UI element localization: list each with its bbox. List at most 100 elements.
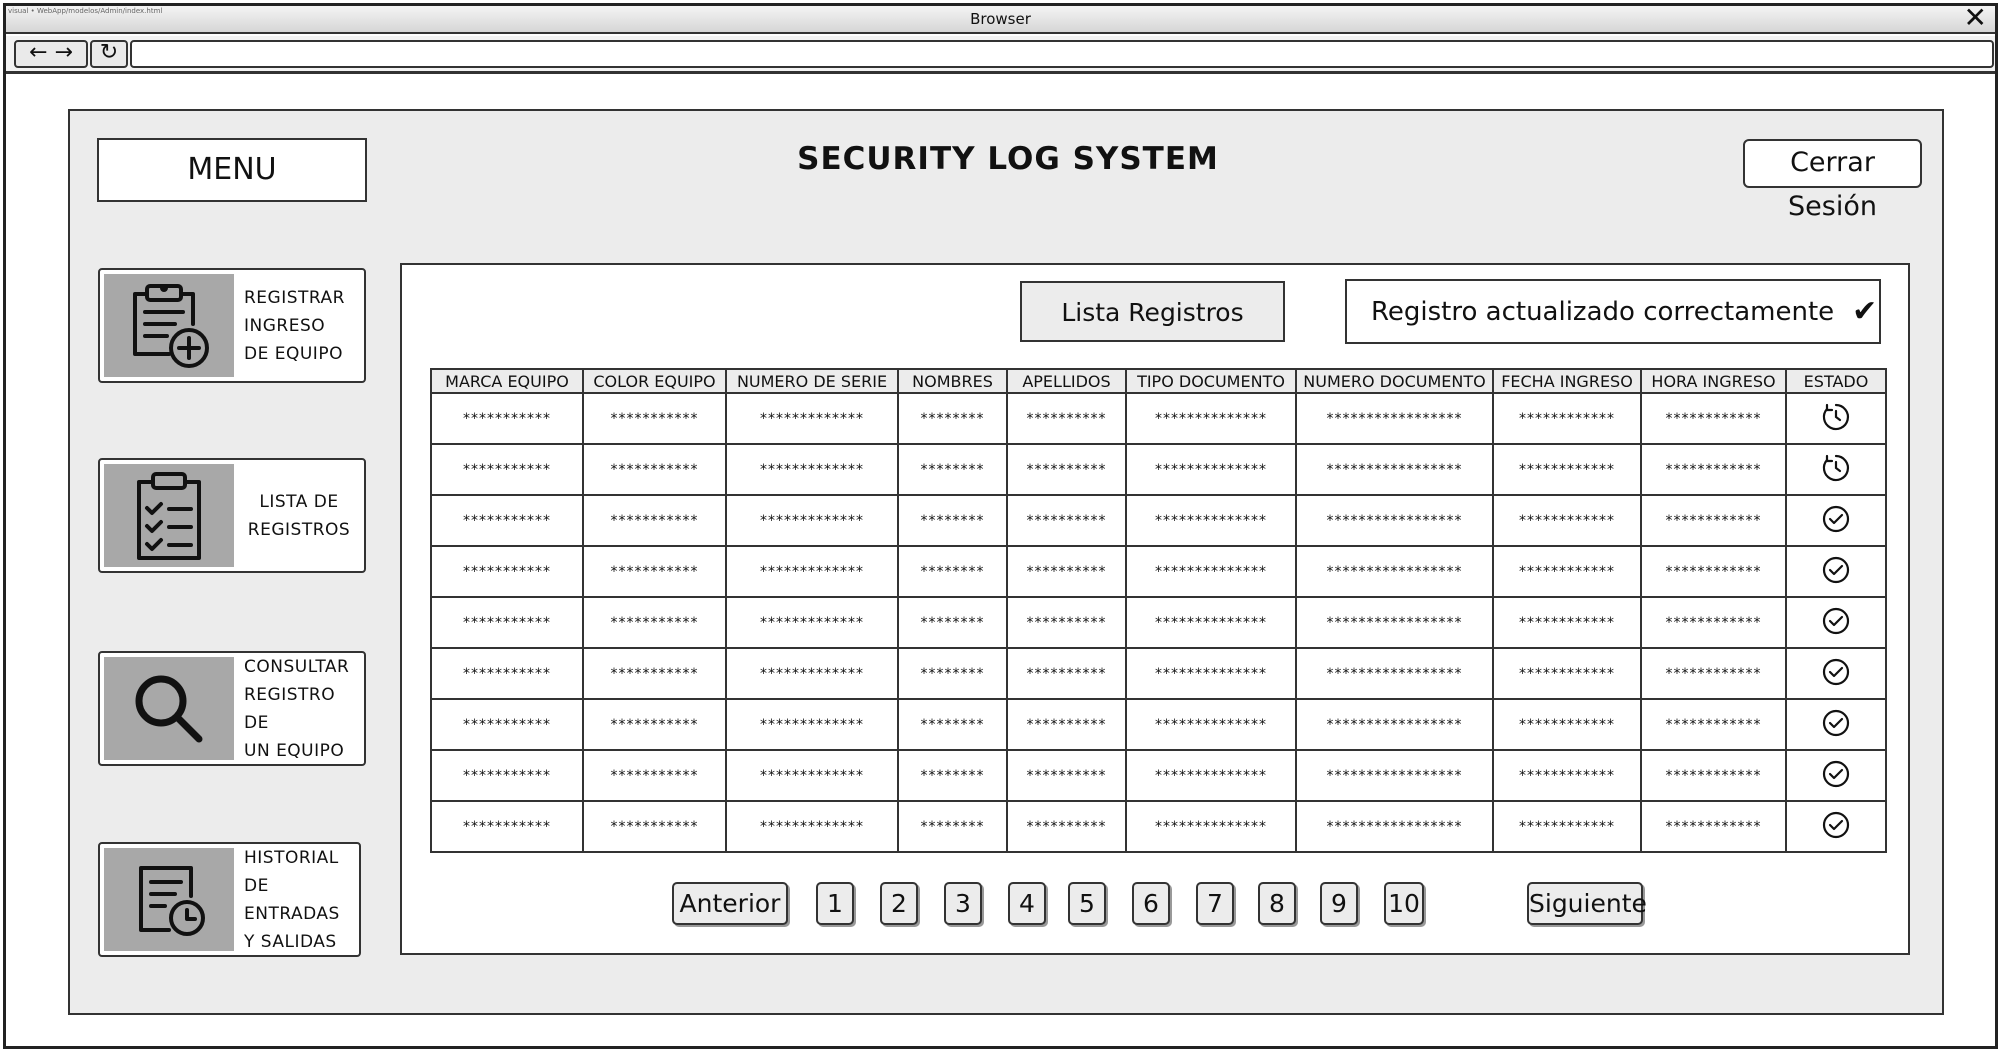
page-button-6[interactable]: 6 — [1132, 882, 1170, 925]
table-cell: *********** — [430, 749, 584, 802]
table-cell: ************ — [1492, 443, 1642, 496]
sidebar-item-lista[interactable]: LISTA DE REGISTROS — [98, 458, 366, 573]
table-cell: ************ — [1640, 749, 1787, 802]
table-row[interactable]: *********** *********** ************* *****… — [430, 443, 1887, 496]
table-cell: ************* — [725, 698, 899, 751]
table-cell: *********** — [430, 392, 584, 445]
sidebar-item-registrar[interactable]: REGISTRAR INGRESO DE EQUIPO — [98, 268, 366, 383]
table-cell: ************ — [1640, 698, 1787, 751]
column-header: NUMERO DOCUMENTO — [1295, 368, 1494, 394]
table-cell: *********** — [582, 800, 727, 853]
table-cell: *********** — [430, 647, 584, 700]
table-row[interactable]: *********** *********** ************* *****… — [430, 545, 1887, 598]
sidebar-item-label: CONSULTAR REGISTRO DE UN EQUIPO — [244, 656, 350, 761]
back-forward-buttons[interactable]: ← → — [14, 40, 88, 68]
table-cell: ************ — [1640, 494, 1787, 547]
records-panel: Lista Registros Registro actualizado cor… — [400, 263, 1910, 955]
table-cell: *********** — [430, 596, 584, 649]
table-cell: ************ — [1640, 647, 1787, 700]
table-cell: ************ — [1492, 545, 1642, 598]
table-cell: ************ — [1640, 800, 1787, 853]
pending-clock-icon — [1785, 443, 1887, 496]
table-cell: ************** — [1125, 800, 1297, 853]
sidebar-item-consultar[interactable]: CONSULTAR REGISTRO DE UN EQUIPO — [98, 651, 366, 766]
page-button-2[interactable]: 2 — [880, 882, 918, 925]
table-cell: ********** — [1006, 647, 1127, 700]
records-table: MARCA EQUIPO COLOR EQUIPO NUMERO DE SERIE N… — [430, 368, 1887, 853]
table-row[interactable]: *********** *********** ************* *****… — [430, 647, 1887, 700]
table-cell: ******** — [897, 800, 1008, 853]
column-header: COLOR EQUIPO — [582, 368, 727, 394]
table-cell: *********** — [430, 800, 584, 853]
page-title: SECURITY LOG SYSTEM — [797, 141, 1219, 177]
table-cell: ******** — [897, 443, 1008, 496]
table-cell: ************* — [725, 392, 899, 445]
column-header: APELLIDOS — [1006, 368, 1127, 394]
table-cell: ***************** — [1295, 443, 1494, 496]
table-cell: ************** — [1125, 698, 1297, 751]
table-row[interactable]: *********** *********** ************* *****… — [430, 392, 1887, 445]
table-row[interactable]: *********** *********** ************* *****… — [430, 749, 1887, 802]
table-cell: ********** — [1006, 392, 1127, 445]
table-row[interactable]: *********** *********** ************* *****… — [430, 800, 1887, 853]
search-icon — [104, 657, 234, 760]
page-button-3[interactable]: 3 — [944, 882, 982, 925]
sidebar-item-historial[interactable]: HISTORIAL DE ENTRADAS Y SALIDAS — [98, 842, 361, 957]
column-header: HORA INGRESO — [1640, 368, 1787, 394]
checkmark-icon: ✔ — [1852, 294, 1878, 329]
table-cell: ********** — [1006, 545, 1127, 598]
reload-icon[interactable]: ↻ — [90, 40, 128, 68]
page-button-5[interactable]: 5 — [1068, 882, 1106, 925]
logout-button[interactable]: Cerrar Sesión — [1743, 139, 1922, 222]
page-button-1[interactable]: 1 — [816, 882, 854, 925]
check-circle-icon — [1785, 647, 1887, 700]
table-row[interactable]: *********** *********** ************* *****… — [430, 698, 1887, 751]
table-cell: ************ — [1492, 749, 1642, 802]
column-header: TIPO DOCUMENTO — [1125, 368, 1297, 394]
table-cell: ***************** — [1295, 392, 1494, 445]
page-button-8[interactable]: 8 — [1258, 882, 1296, 925]
sidebar-item-label: HISTORIAL DE ENTRADAS Y SALIDAS — [244, 847, 340, 952]
page-button-7[interactable]: 7 — [1196, 882, 1234, 925]
page-button-4[interactable]: 4 — [1008, 882, 1046, 925]
prev-page-button[interactable]: Anterior — [672, 882, 788, 925]
table-cell: *********** — [430, 443, 584, 496]
table-cell: ************* — [725, 800, 899, 853]
table-cell: *********** — [582, 596, 727, 649]
table-cell: ***************** — [1295, 545, 1494, 598]
pending-clock-icon — [1785, 392, 1887, 445]
column-header: NOMBRES — [897, 368, 1008, 394]
table-cell: ***************** — [1295, 800, 1494, 853]
table-cell: *********** — [582, 698, 727, 751]
table-cell: *********** — [582, 494, 727, 547]
back-arrow-icon[interactable]: ← — [29, 40, 47, 65]
table-cell: *********** — [582, 749, 727, 802]
next-page-button[interactable]: Siguiente — [1527, 882, 1647, 925]
table-cell: ************ — [1492, 698, 1642, 751]
table-cell: ***************** — [1295, 749, 1494, 802]
table-cell: ********** — [1006, 749, 1127, 802]
page-button-9[interactable]: 9 — [1320, 882, 1358, 925]
table-cell: ************ — [1640, 443, 1787, 496]
address-bar[interactable] — [130, 40, 1994, 68]
table-cell: ************ — [1492, 596, 1642, 649]
table-cell: ************ — [1492, 494, 1642, 547]
check-circle-icon — [1785, 698, 1887, 751]
table-cell: ********** — [1006, 698, 1127, 751]
table-cell: ************* — [725, 443, 899, 496]
table-row[interactable]: *********** *********** ************* *****… — [430, 494, 1887, 547]
table-cell: ******** — [897, 698, 1008, 751]
table-row[interactable]: *********** *********** ************* *****… — [430, 596, 1887, 649]
table-cell: *********** — [430, 698, 584, 751]
table-cell: ************** — [1125, 443, 1297, 496]
close-icon[interactable]: ✕ — [1964, 3, 1987, 33]
forward-arrow-icon[interactable]: → — [55, 40, 73, 65]
table-cell: ************ — [1640, 545, 1787, 598]
calendar-clock-icon — [104, 848, 234, 951]
tab-lista-registros[interactable]: Lista Registros — [1020, 281, 1285, 342]
table-cell: ******** — [897, 749, 1008, 802]
column-header: NUMERO DE SERIE — [725, 368, 899, 394]
table-cell: ***************** — [1295, 698, 1494, 751]
check-circle-icon — [1785, 800, 1887, 853]
page-button-10[interactable]: 10 — [1384, 882, 1424, 925]
